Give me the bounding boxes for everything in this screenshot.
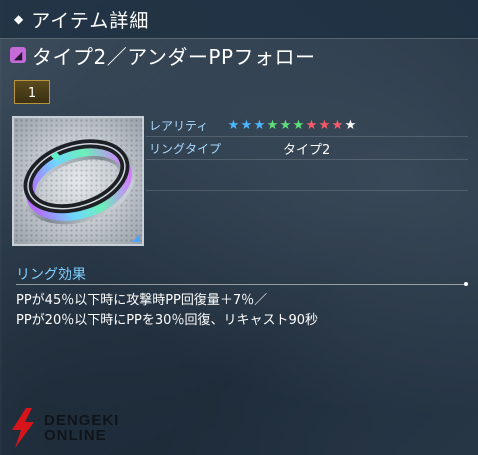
quantity-value: 1 (27, 86, 37, 101)
rarity-corner-marker (132, 234, 140, 242)
effect-line-1: PPが45％以下時に攻撃時PP回復量＋7％／ (16, 293, 268, 308)
rarity-star-icon: ★ (305, 117, 318, 133)
watermark-line-1: DENGEKI (44, 412, 120, 429)
quantity-badge: 1 (14, 80, 50, 104)
watermark: DENGEKI ONLINE (6, 408, 119, 448)
item-detail-panel: ◆ アイテム詳細 ◢ タイプ2／アンダーPPフォロー 1 レアリティ ★ ★ ★… (0, 0, 478, 455)
divider-dot-icon (464, 282, 468, 286)
ring-tag-icon: ◢ (10, 47, 26, 63)
item-thumbnail (12, 116, 144, 246)
rarity-star-icon: ★ (331, 117, 344, 133)
ring-effect-description: PPが45％以下時に攻撃時PP回復量＋7％／ PPが20％以下時にPPを30％回… (16, 291, 318, 331)
rarity-star-icon: ★ (292, 117, 305, 133)
ring-type-row: リングタイプ タイプ2 (146, 137, 468, 160)
empty-stat-row (146, 160, 468, 191)
rarity-stars: ★ ★ ★ ★ ★ ★ ★ ★ ★ ★ (227, 119, 357, 132)
rarity-row: レアリティ ★ ★ ★ ★ ★ ★ ★ ★ ★ ★ (146, 114, 468, 137)
watermark-line-2: ONLINE (44, 427, 107, 444)
rarity-star-icon: ★ (253, 117, 266, 133)
rarity-star-icon: ★ (318, 117, 331, 133)
effect-line-2: PPが20％以下時にPPを30％回復、リキャスト90秒 (16, 313, 318, 328)
panel-header: ◆ アイテム詳細 (0, 0, 478, 39)
ring-type-label: リングタイプ (149, 141, 222, 156)
item-stats: レアリティ ★ ★ ★ ★ ★ ★ ★ ★ ★ ★ リングタイプ タイプ2 (146, 114, 468, 191)
ring-type-value: タイプ2 (283, 142, 331, 158)
panel-title: アイテム詳細 (31, 9, 150, 32)
item-name-row: ◢ タイプ2／アンダーPPフォロー (10, 42, 316, 69)
ring-effect-title: リング効果 (16, 267, 86, 283)
rarity-label: レアリティ (149, 118, 209, 133)
divider (16, 284, 466, 285)
rarity-star-icon: ★ (344, 117, 357, 133)
rarity-star-icon: ★ (266, 117, 279, 133)
dengeki-logo-icon (12, 408, 34, 448)
item-name: タイプ2／アンダーPPフォロー (32, 44, 316, 69)
ring-image-icon (22, 139, 136, 225)
rarity-star-icon: ★ (227, 117, 240, 133)
rarity-star-icon: ★ (279, 117, 292, 133)
rarity-star-icon: ★ (240, 117, 253, 133)
diamond-bullet-icon: ◆ (14, 12, 24, 26)
